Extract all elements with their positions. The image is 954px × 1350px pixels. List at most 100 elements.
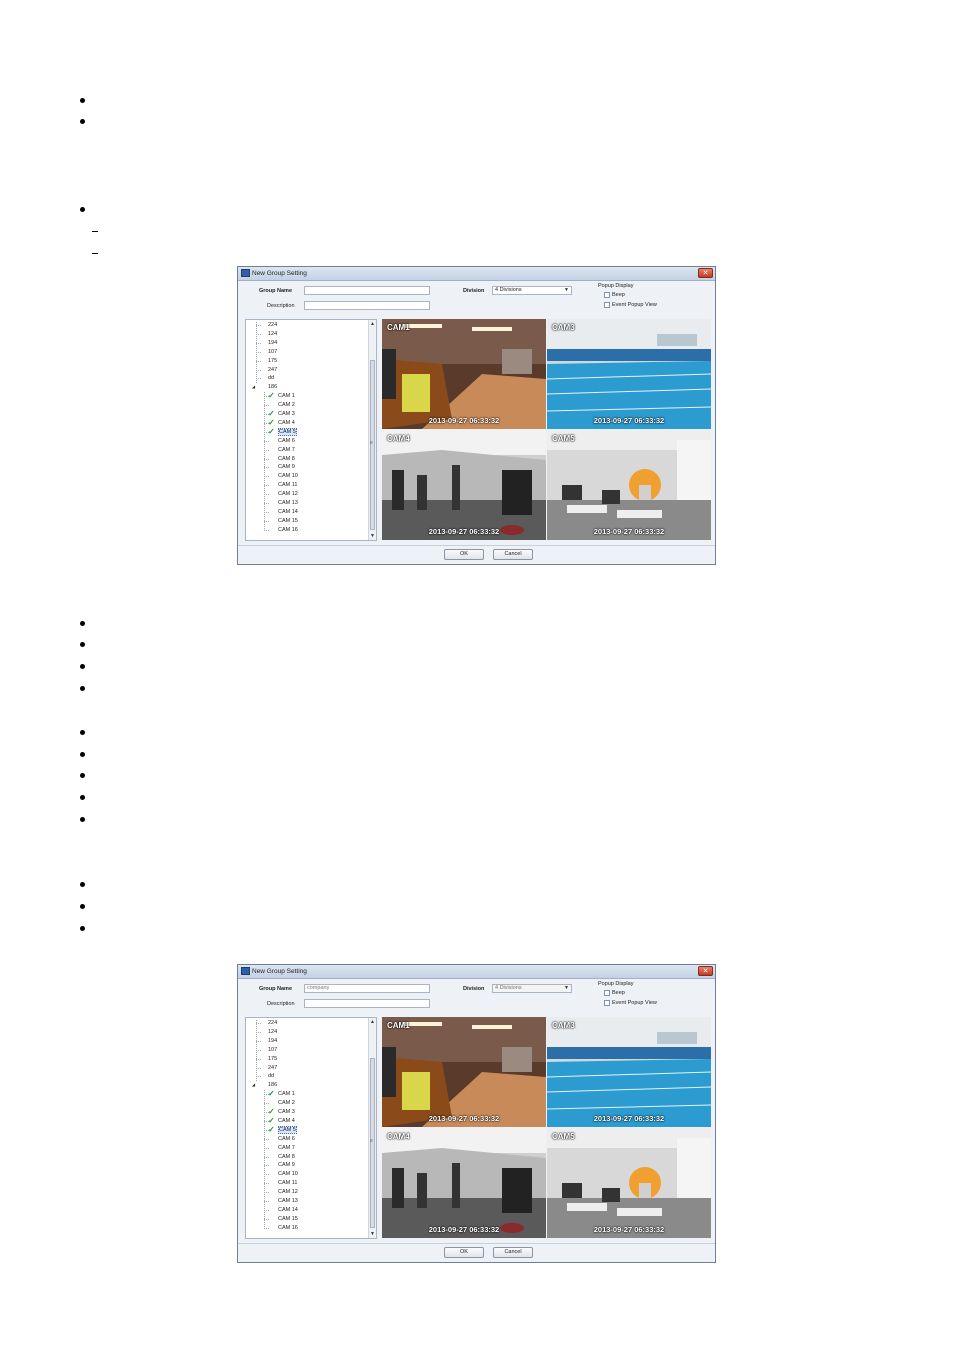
camera-tree-item[interactable]: CAM 14 (278, 1206, 298, 1214)
camera-tree-item-label: CAM 16 (278, 1224, 298, 1231)
camera-view-cam5[interactable]: CAM5 2013-09-27 06:33:32 (547, 430, 711, 540)
tree-node[interactable]: 224 (268, 1019, 277, 1027)
camera-view-cam1[interactable]: CAM1 2013-09-27 06:33:32 (382, 319, 546, 429)
scroll-down-icon[interactable]: ▼ (369, 532, 376, 540)
description-input[interactable] (304, 999, 430, 1008)
tree-node[interactable]: dd (268, 374, 274, 382)
tree-node[interactable]: 224 (268, 321, 277, 329)
expand-toggle-icon[interactable]: ◢ (252, 1081, 255, 1089)
camera-tree-item[interactable]: CAM 7 (278, 446, 295, 454)
camera-tree-item[interactable]: CAM 4 (278, 419, 295, 427)
tree-node[interactable]: dd (268, 1072, 274, 1080)
camera-view-label: CAM1 (387, 1021, 410, 1030)
camera-tree-item[interactable]: CAM 6 (278, 437, 295, 445)
camera-tree-item[interactable]: CAM 9 (278, 463, 295, 471)
camera-tree-item[interactable]: CAM 3 (278, 1108, 295, 1116)
bullet (80, 642, 85, 647)
tree-node[interactable]: 107 (268, 1046, 277, 1054)
event-popup-checkbox[interactable] (604, 302, 610, 308)
camera-tree-item[interactable]: CAM 8 (278, 1153, 295, 1161)
lobby-scene-image (382, 319, 546, 429)
division-select[interactable]: 4 Divisions ▼ (492, 984, 572, 993)
division-label: Division (463, 986, 485, 992)
camera-tree-item[interactable]: CAM 13 (278, 499, 298, 507)
ok-button[interactable]: OK (444, 549, 484, 560)
title-bar[interactable]: New Group Setting ✕ (238, 965, 715, 979)
check-icon[interactable]: ✓ (268, 392, 275, 400)
camera-tree-item[interactable]: CAM 14 (278, 508, 298, 516)
event-popup-checkbox[interactable] (604, 1000, 610, 1006)
camera-tree-item[interactable]: CAM 9 (278, 1161, 295, 1169)
tree-node[interactable]: 247 (268, 366, 277, 374)
division-select[interactable]: 4 Divisions ▼ (492, 286, 572, 295)
cancel-button[interactable]: Cancel (493, 549, 533, 560)
group-name-input[interactable]: company (304, 984, 430, 993)
camera-tree-item[interactable]: CAM 1 (278, 392, 295, 400)
camera-tree-item[interactable]: CAM 13 (278, 1197, 298, 1205)
camera-tree-item[interactable]: CAM 2 (278, 401, 295, 409)
beep-checkbox[interactable] (604, 292, 610, 298)
check-icon[interactable]: ✓ (268, 1125, 275, 1134)
camera-tree-item[interactable]: CAM 16 (278, 526, 298, 534)
camera-view-cam5[interactable]: CAM5 2013-09-27 06:33:32 (547, 1128, 711, 1238)
camera-timestamp: 2013-09-27 06:33:32 (428, 416, 500, 425)
office-scene-image (547, 430, 711, 540)
camera-tree-item[interactable]: CAM 8 (278, 455, 295, 463)
cancel-button[interactable]: Cancel (493, 1247, 533, 1258)
camera-tree-item[interactable]: CAM 3 (278, 410, 295, 418)
tree-node[interactable]: 124 (268, 1028, 277, 1036)
scroll-up-icon[interactable]: ▲ (369, 1018, 376, 1026)
tree-node[interactable]: 175 (268, 1055, 277, 1063)
tree-node-expanded[interactable]: 186 (268, 383, 277, 391)
camera-tree-item[interactable]: CAM 11 (278, 481, 297, 489)
scroll-down-icon[interactable]: ▼ (369, 1230, 376, 1238)
camera-tree-item[interactable]: CAM 2 (278, 1099, 295, 1107)
camera-tree-item[interactable]: CAM 6 (278, 1135, 295, 1143)
check-icon[interactable]: ✓ (268, 1090, 275, 1098)
check-icon[interactable]: ✓ (268, 418, 275, 427)
tree-node[interactable]: 194 (268, 339, 277, 347)
tree-node[interactable]: 107 (268, 348, 277, 356)
close-button[interactable]: ✕ (698, 268, 713, 278)
camera-tree-item[interactable]: CAM 5 (278, 1125, 297, 1134)
beep-checkbox[interactable] (604, 990, 610, 996)
tree-node[interactable]: 175 (268, 357, 277, 365)
camera-view-cam1[interactable]: CAM1 2013-09-27 06:33:32 (382, 1017, 546, 1127)
camera-tree-item[interactable]: CAM 16 (278, 1224, 298, 1232)
tree-node[interactable]: 194 (268, 1037, 277, 1045)
title-bar[interactable]: New Group Setting ✕ (238, 267, 715, 281)
camera-tree-item[interactable]: CAM 15 (278, 1215, 298, 1223)
app-icon (241, 967, 250, 975)
camera-view-cam4[interactable]: CAM4 2013-09-27 06:33:32 (382, 1128, 546, 1238)
scroll-up-icon[interactable]: ▲ (369, 320, 376, 328)
camera-tree-item[interactable]: CAM 4 (278, 1117, 295, 1125)
tree-node[interactable]: 124 (268, 330, 277, 338)
close-button[interactable]: ✕ (698, 966, 713, 976)
tree-scrollbar[interactable]: ▲ ≡ ▼ (368, 320, 376, 540)
expand-toggle-icon[interactable]: ◢ (252, 383, 255, 391)
camera-tree-item[interactable]: CAM 15 (278, 517, 298, 525)
group-name-input[interactable] (304, 286, 430, 295)
camera-tree-item[interactable]: CAM 10 (278, 472, 298, 480)
check-icon[interactable]: ✓ (268, 427, 275, 436)
camera-tree-item[interactable]: CAM 12 (278, 490, 298, 498)
camera-tree-item[interactable]: CAM 1 (278, 1090, 295, 1098)
tree-node-expanded[interactable]: 186 (268, 1081, 277, 1089)
camera-view-cam3[interactable]: CAM3 2013-09-27 06:33:32 (547, 319, 711, 429)
bullet (80, 773, 85, 778)
tree-scrollbar[interactable]: ▲ ≡ ▼ (368, 1018, 376, 1238)
camera-tree-item[interactable]: CAM 11 (278, 1179, 297, 1187)
camera-tree-item[interactable]: CAM 7 (278, 1144, 295, 1152)
camera-view-cam4[interactable]: CAM4 2013-09-27 06:33:32 (382, 430, 546, 540)
check-icon[interactable]: ✓ (268, 1108, 275, 1116)
camera-tree-item[interactable]: CAM 10 (278, 1170, 298, 1178)
camera-tree-item[interactable]: CAM 12 (278, 1188, 298, 1196)
tree-node[interactable]: 247 (268, 1064, 277, 1072)
camera-tree-item[interactable]: CAM 5 (278, 427, 297, 436)
app-icon (241, 269, 250, 277)
description-input[interactable] (304, 301, 430, 310)
check-icon[interactable]: ✓ (268, 1116, 275, 1125)
check-icon[interactable]: ✓ (268, 410, 275, 418)
camera-view-cam3[interactable]: CAM3 2013-09-27 06:33:32 (547, 1017, 711, 1127)
ok-button[interactable]: OK (444, 1247, 484, 1258)
